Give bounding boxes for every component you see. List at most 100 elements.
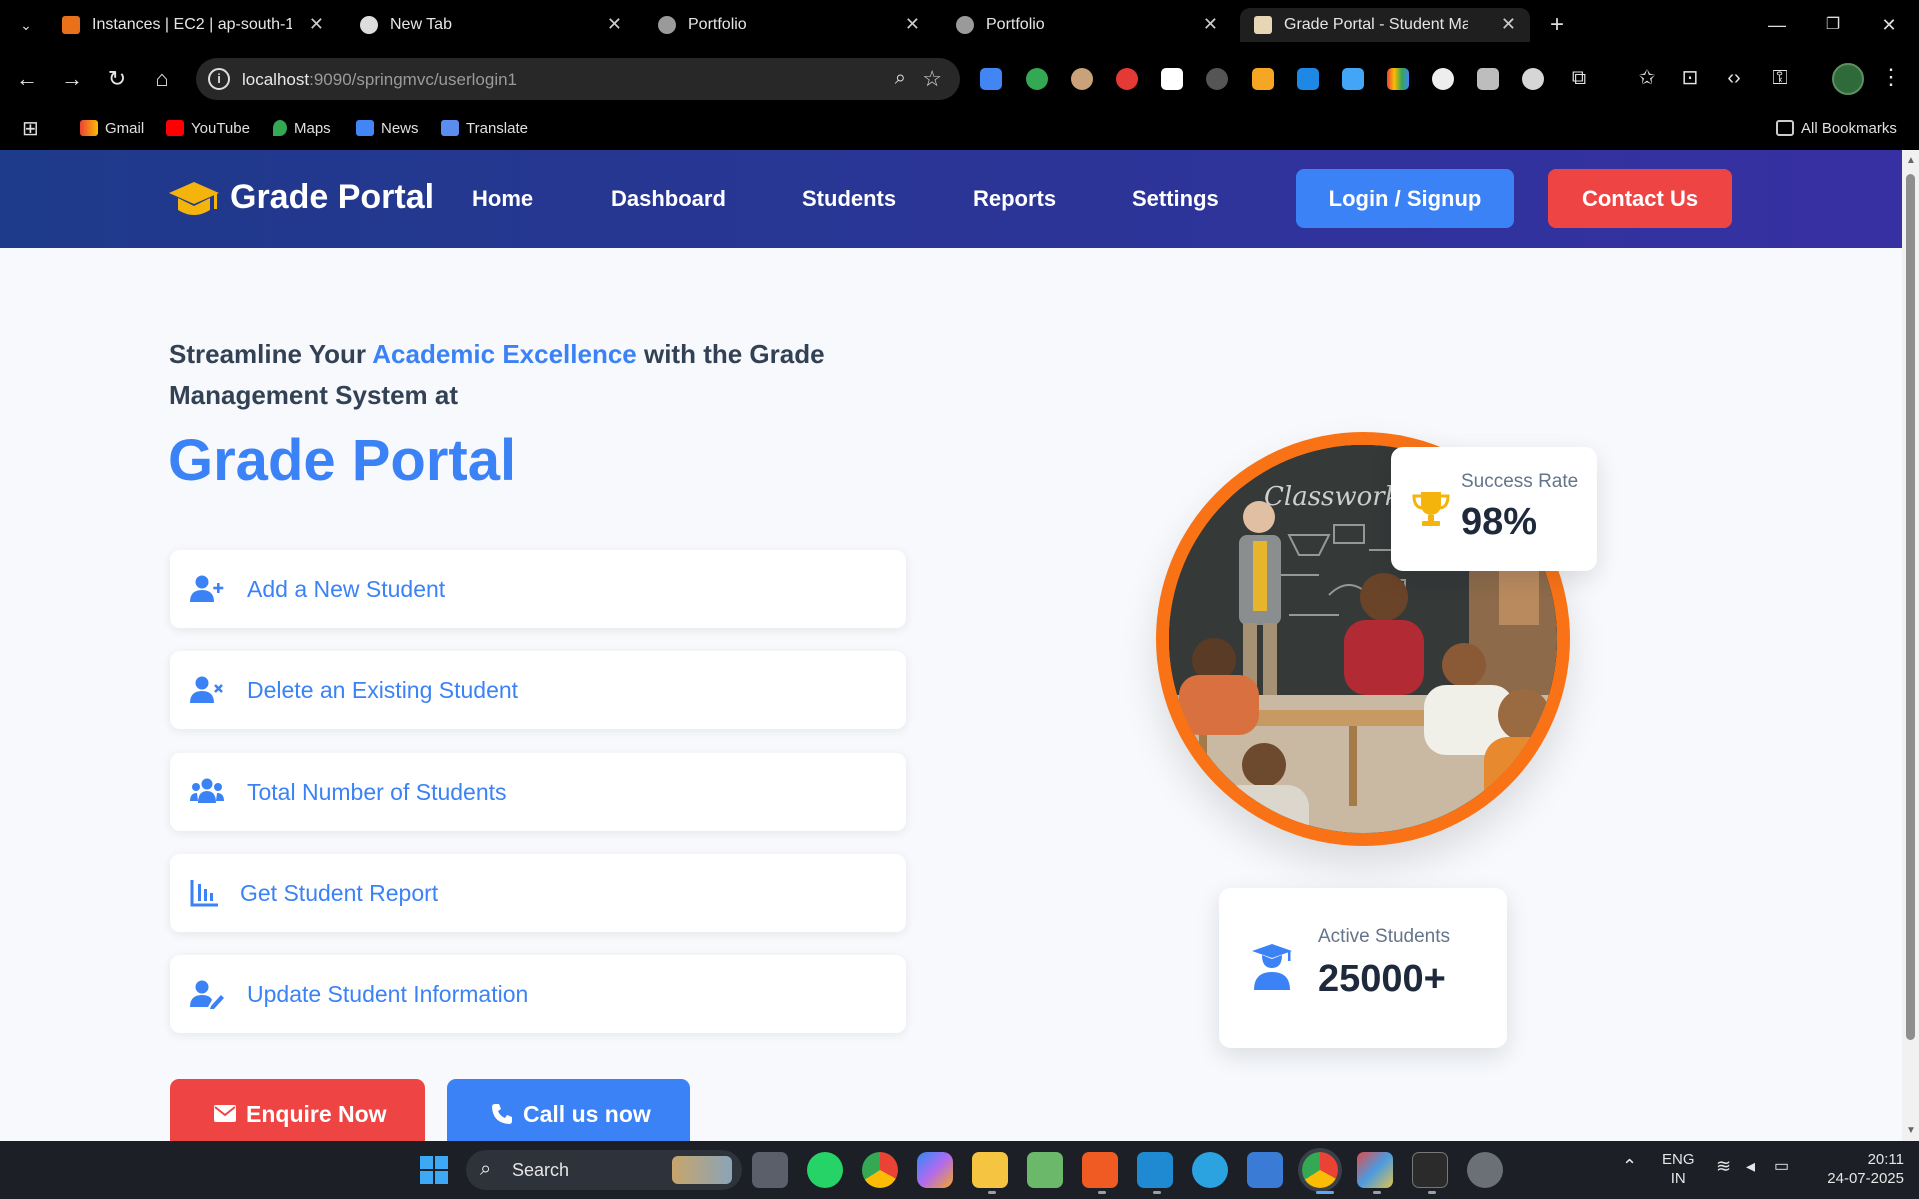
bookmark-youtube[interactable]: YouTube [166,117,250,141]
delete-student-card[interactable]: Delete an Existing Student [170,651,906,729]
close-tab-icon[interactable]: ✕ [309,14,324,35]
apps-grid-icon[interactable]: ⊞ [22,117,39,141]
extensions-puzzle-icon[interactable]: ⧉ [1565,64,1593,92]
close-tab-icon[interactable]: ✕ [607,14,622,35]
taskbar-search[interactable]: ⌕ Search [466,1150,742,1190]
browser-tab[interactable]: Portfolio ✕ [644,8,934,42]
extension-icon[interactable] [1116,68,1138,90]
login-signup-button[interactable]: Login / Signup [1296,169,1514,228]
tab-search-dropdown-icon[interactable]: ⌄ [14,13,38,37]
nav-home[interactable]: Home [472,186,533,212]
scroll-down-icon[interactable]: ▼ [1906,1125,1916,1136]
file-explorer-icon[interactable] [972,1152,1008,1188]
zoom-icon[interactable]: ⌕ [895,67,906,90]
nav-reports[interactable]: Reports [973,186,1056,212]
telegram-icon[interactable] [1192,1152,1228,1188]
browser-tab[interactable]: Portfolio ✕ [942,8,1232,42]
bookmark-maps[interactable]: Maps [273,117,331,141]
url-text: localhost:9090/springmvc/userlogin1 [242,70,518,89]
student-report-card[interactable]: Get Student Report [170,854,906,932]
whatsapp-icon[interactable] [807,1152,843,1188]
address-bar[interactable]: i localhost:9090/springmvc/userlogin1 ⌕ … [196,58,960,100]
browser-menu-icon[interactable]: ⋮ [1880,64,1902,90]
browser-tab[interactable]: Instances | EC2 | ap-south-1 ✕ [48,8,338,42]
contact-us-button[interactable]: Contact Us [1548,169,1732,228]
all-bookmarks[interactable]: All Bookmarks [1776,117,1897,141]
download-icon[interactable] [1342,68,1364,90]
vscode-icon[interactable] [1137,1152,1173,1188]
close-tab-icon[interactable]: ✕ [905,14,920,35]
extension-icon[interactable] [1071,68,1093,90]
clock[interactable]: 20:11 24-07-2025 [1812,1150,1904,1188]
terminal-icon[interactable] [1412,1152,1448,1188]
photos-icon[interactable] [1027,1152,1063,1188]
site-info-icon[interactable]: i [208,68,230,90]
microsoft-store-icon[interactable] [1247,1152,1283,1188]
screenshot-icon[interactable]: ⊡ [1676,64,1704,92]
battery-icon[interactable]: ▭ [1774,1157,1789,1176]
bookmarks-star-icon[interactable]: ✩ [1633,64,1661,92]
bookmark-news[interactable]: News [356,117,419,141]
update-student-card[interactable]: Update Student Information [170,955,906,1033]
password-key-icon[interactable]: ⚿ [1766,64,1794,92]
back-icon[interactable]: ← [12,64,42,94]
extension-icon[interactable] [1026,68,1048,90]
settings-gear-icon[interactable] [1467,1152,1503,1188]
page-scrollbar[interactable]: ▲ ▼ [1902,150,1919,1141]
language-indicator[interactable]: ENG IN [1662,1150,1695,1188]
svg-text:Classwork: Classwork [1264,482,1401,512]
nav-students[interactable]: Students [802,186,896,212]
action-label: Get Student Report [240,880,439,906]
browser-tab[interactable]: New Tab ✕ [346,8,636,42]
nav-settings[interactable]: Settings [1132,186,1219,212]
extension-icon[interactable] [1432,68,1454,90]
close-window-icon[interactable]: ✕ [1874,10,1904,40]
bookmark-translate[interactable]: Translate [441,117,528,141]
chrome-icon[interactable] [862,1152,898,1188]
site-navbar: Grade Portal Home Dashboard Students Rep… [0,150,1902,248]
extension-icon[interactable] [1522,68,1544,90]
brave-icon[interactable] [1082,1152,1118,1188]
extension-icon[interactable] [1252,68,1274,90]
close-tab-icon[interactable]: ✕ [1203,14,1218,35]
scroll-thumb[interactable] [1906,174,1915,1040]
devtools-code-icon[interactable]: ‹› [1720,64,1748,92]
windows-start-icon[interactable] [416,1152,452,1188]
chrome-active-icon[interactable] [1302,1152,1338,1188]
bookmark-star-icon[interactable]: ☆ [922,66,942,92]
translate-icon [441,119,459,136]
volume-icon[interactable]: ◂ [1746,1157,1755,1176]
extension-icon[interactable] [1161,68,1183,90]
extension-icon[interactable] [1297,68,1319,90]
close-tab-icon[interactable]: ✕ [1501,14,1516,35]
wifi-icon[interactable]: ≋ [1716,1157,1731,1176]
reload-icon[interactable]: ↻ [102,64,132,94]
running-indicator [1098,1191,1106,1194]
tray-overflow-icon[interactable]: ⌃ [1622,1157,1637,1176]
minimize-icon[interactable]: — [1762,10,1792,40]
action-label: Total Number of Students [247,779,507,805]
forward-icon[interactable]: → [57,64,87,94]
task-view-icon[interactable] [752,1152,788,1188]
profile-avatar[interactable] [1832,63,1864,95]
add-student-card[interactable]: Add a New Student [170,550,906,628]
app-icon[interactable] [1357,1152,1393,1188]
enquire-now-button[interactable]: Enquire Now [170,1079,425,1141]
restore-icon[interactable]: ❐ [1818,10,1848,40]
new-tab-icon[interactable]: + [1542,10,1572,40]
home-icon[interactable]: ⌂ [147,64,177,94]
google-translate-extension-icon[interactable] [980,68,1002,90]
nav-dashboard[interactable]: Dashboard [611,186,726,212]
call-now-button[interactable]: Call us now [447,1079,690,1141]
scroll-up-icon[interactable]: ▲ [1906,155,1916,166]
running-indicator [1428,1191,1436,1194]
total-students-card[interactable]: Total Number of Students [170,753,906,831]
extension-icon[interactable] [1477,68,1499,90]
copilot-icon[interactable] [917,1152,953,1188]
extension-icon[interactable] [1206,68,1228,90]
running-indicator [1373,1191,1381,1194]
extension-icon[interactable] [1387,68,1409,90]
bookmark-gmail[interactable]: Gmail [80,117,144,141]
browser-tab-active[interactable]: Grade Portal - Student Manage ✕ [1240,8,1530,42]
success-rate-label: Success Rate [1461,471,1579,492]
